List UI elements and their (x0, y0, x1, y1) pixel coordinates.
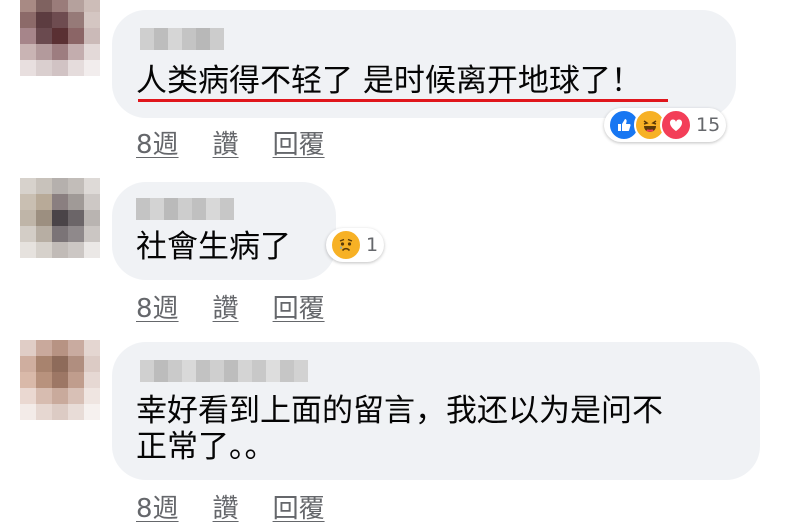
avatar[interactable] (20, 0, 100, 76)
highlight-underline (138, 99, 668, 102)
commenter-name-blurred[interactable] (136, 198, 234, 220)
comment-text-line-2: 正常了。。 (136, 429, 276, 465)
avatar[interactable] (20, 340, 100, 420)
like-button[interactable]: 讚 (213, 124, 239, 161)
timestamp-link[interactable]: 8週 (136, 488, 179, 525)
reaction-count: 1 (366, 234, 379, 256)
like-button[interactable]: 讚 (213, 488, 239, 525)
timestamp-link[interactable]: 8週 (136, 288, 179, 325)
comment-actions: 8週 讚 回覆 (136, 288, 325, 325)
like-button[interactable]: 讚 (213, 288, 239, 325)
reaction-count: 15 (696, 114, 721, 136)
comment-actions: 8週 讚 回覆 (136, 488, 325, 525)
reply-button[interactable]: 回覆 (273, 288, 325, 325)
love-icon (660, 109, 692, 141)
commenter-name-blurred[interactable] (140, 28, 224, 50)
reply-button[interactable]: 回覆 (273, 488, 325, 525)
reaction-summary[interactable]: 1 (326, 228, 385, 262)
comment-bubble: 幸好看到上面的留言，我还以为是问不 正常了。。 (112, 342, 760, 480)
comment-bubble: 人类病得不轻了 是时候离开地球了！ (112, 10, 736, 118)
comment-bubble: 社會生病了 (112, 182, 336, 280)
comment-actions: 8週 讚 回覆 (136, 124, 325, 161)
reply-button[interactable]: 回覆 (273, 124, 325, 161)
commenter-name-blurred[interactable] (140, 360, 308, 382)
reaction-summary[interactable]: 15 (604, 108, 727, 142)
timestamp-link[interactable]: 8週 (136, 124, 179, 161)
avatar[interactable] (20, 178, 100, 258)
comment-text: 人类病得不轻了 是时候离开地球了！ (136, 63, 642, 99)
comment-text: 社會生病了 (136, 229, 291, 265)
sad-icon (330, 229, 362, 261)
